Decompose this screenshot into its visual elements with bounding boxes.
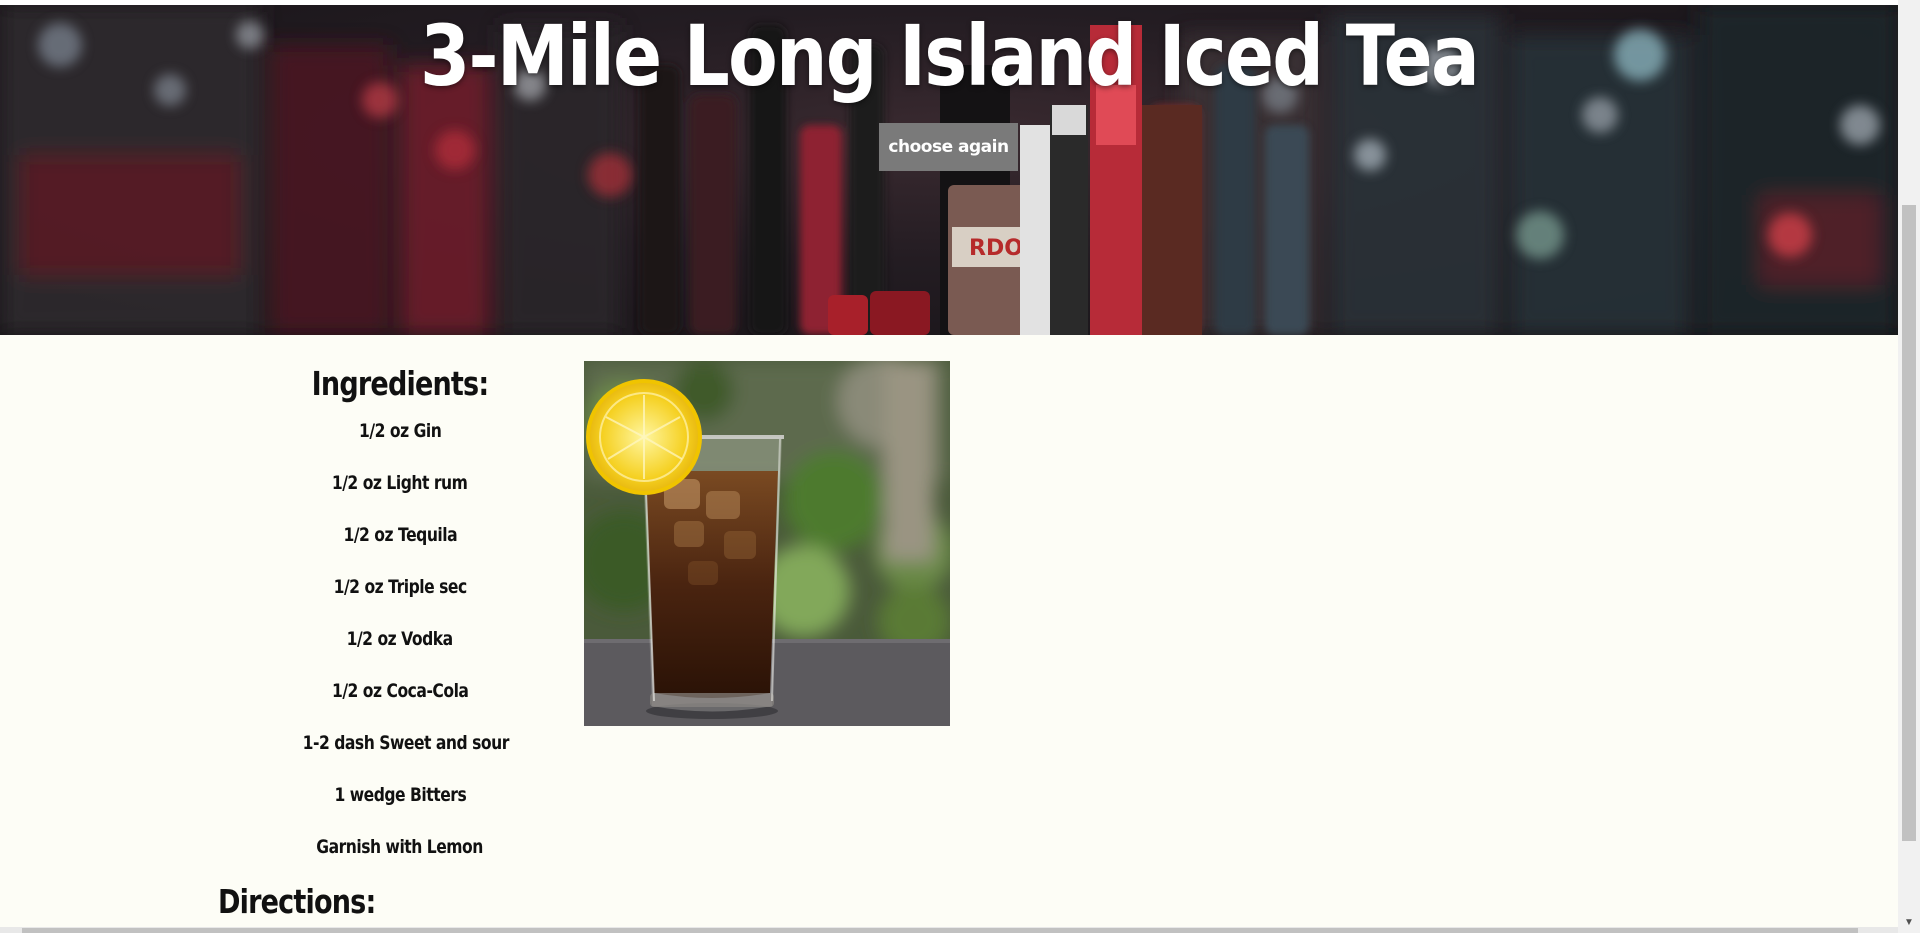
drink-photo [584,361,950,726]
scroll-down-arrow-icon[interactable]: ▼ [1898,913,1920,933]
vertical-scrollbar[interactable]: ▼ [1898,0,1920,933]
ingredient-text: 1/2 oz Coca-Cola [331,680,469,702]
ingredient-item: 1-2 dash Sweet and sour [280,724,520,776]
horizontal-scrollbar[interactable] [0,927,1898,933]
ingredient-item: 1/2 oz Gin [280,412,520,464]
ingredient-item: 1 wedge Bitters [280,776,520,828]
ingredient-text: 1/2 oz Vodka [346,628,454,650]
ingredient-text: 1-2 dash Sweet and sour [302,732,510,754]
ingredient-item: 1/2 oz Triple sec [280,568,520,620]
ingredient-item: Garnish with Lemon [280,828,520,880]
drink-title: 3-Mile Long Island Iced Tea [420,7,1480,105]
svg-text:RDO: RDO [969,236,1023,261]
directions-heading: Directions: [218,882,376,921]
ingredient-text: 1/2 oz Triple sec [333,576,467,598]
ingredient-text: 1/2 oz Gin [358,420,442,442]
ingredient-item: 1/2 oz Vodka [280,620,520,672]
ingredient-item: 1/2 oz Coca-Cola [280,672,520,724]
ingredient-text: 1/2 oz Tequila [343,524,457,546]
choose-again-button[interactable]: choose again [879,123,1018,171]
ingredient-list: 1/2 oz Gin 1/2 oz Light rum 1/2 oz Tequi… [280,412,520,880]
ingredients-section: Ingredients: 1/2 oz Gin 1/2 oz Light rum… [280,360,520,880]
horizontal-scrollbar-thumb[interactable] [22,928,1858,933]
ingredient-item: 1/2 oz Light rum [280,464,520,516]
ingredients-heading: Ingredients: [311,364,490,403]
iced-tea-glass-image [584,361,950,726]
ingredient-text: 1/2 oz Light rum [332,472,468,494]
hero-banner: RDO 3-Mile Long Island Iced Tea choose a… [0,5,1898,335]
page: RDO 3-Mile Long Island Iced Tea choose a… [0,0,1920,933]
ingredient-item: 1/2 oz Tequila [280,516,520,568]
ingredient-text: Garnish with Lemon [316,836,484,858]
ingredient-text: 1 wedge Bitters [334,784,466,806]
vertical-scrollbar-thumb[interactable] [1902,205,1916,841]
